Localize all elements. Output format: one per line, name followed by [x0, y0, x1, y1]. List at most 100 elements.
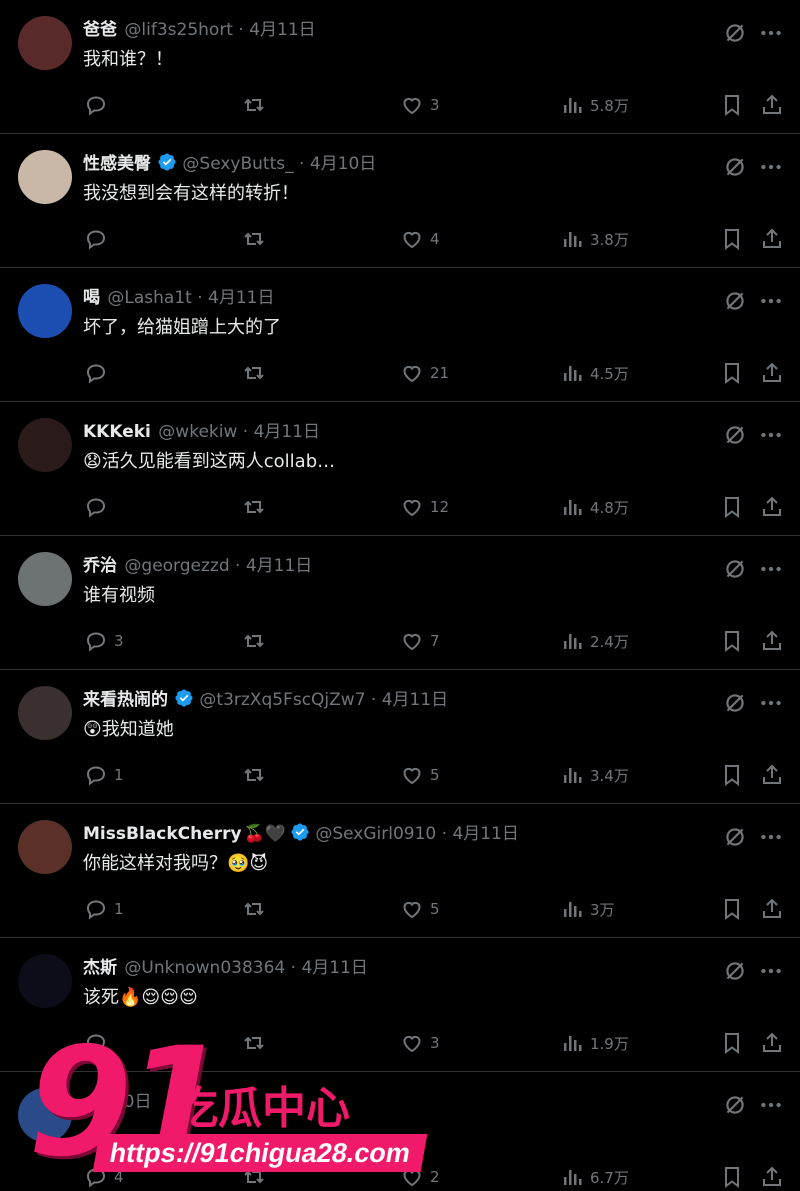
- views-button[interactable]: 4.5万: [560, 360, 629, 386]
- tweet-item[interactable]: KKKeki @wkekiw · 4月11日 😧活久见能看到这两人collab……: [0, 402, 800, 536]
- retweet-button[interactable]: [242, 360, 272, 386]
- grok-icon[interactable]: [722, 1092, 748, 1122]
- retweet-button[interactable]: [242, 628, 272, 654]
- grok-icon[interactable]: [722, 288, 748, 318]
- share-button[interactable]: [760, 1164, 784, 1190]
- display-name[interactable]: 性感美臀: [83, 154, 151, 174]
- more-icon[interactable]: [758, 824, 784, 854]
- like-button[interactable]: 12: [400, 494, 449, 520]
- more-icon[interactable]: [758, 958, 784, 988]
- bookmark-button[interactable]: [720, 494, 744, 520]
- share-button[interactable]: [760, 226, 784, 252]
- display-name[interactable]: 喝: [83, 288, 100, 308]
- avatar[interactable]: [18, 150, 72, 204]
- reply-button[interactable]: [84, 494, 114, 520]
- bookmark-button[interactable]: [720, 360, 744, 386]
- bookmark-button[interactable]: [720, 628, 744, 654]
- share-button[interactable]: [760, 628, 784, 654]
- user-handle[interactable]: @t3rzXq5FscQjZw7: [199, 690, 365, 710]
- more-icon[interactable]: [758, 422, 784, 452]
- retweet-button[interactable]: [242, 226, 272, 252]
- bookmark-button[interactable]: [720, 896, 744, 922]
- user-handle[interactable]: @wkekiw: [158, 422, 237, 442]
- more-icon[interactable]: [758, 556, 784, 586]
- reply-button[interactable]: [84, 360, 114, 386]
- tweet-item[interactable]: 乔治 @georgezzd · 4月11日 谁有视频 3 7 2.4万: [0, 536, 800, 670]
- avatar[interactable]: [18, 820, 72, 874]
- views-button[interactable]: 3万: [560, 896, 615, 922]
- share-button[interactable]: [760, 762, 784, 788]
- more-icon[interactable]: [758, 154, 784, 184]
- grok-icon[interactable]: [722, 154, 748, 184]
- reply-button[interactable]: 3: [84, 628, 124, 654]
- retweet-button[interactable]: [242, 896, 272, 922]
- reply-button[interactable]: [84, 92, 114, 118]
- tweet-date[interactable]: 4月11日: [382, 690, 448, 710]
- tweet-date[interactable]: 4月11日: [452, 824, 518, 844]
- display-name[interactable]: 乔治: [83, 556, 117, 576]
- share-button[interactable]: [760, 494, 784, 520]
- reply-button[interactable]: [84, 226, 114, 252]
- tweet-item[interactable]: 来看热闹的 @t3rzXq5FscQjZw7 · 4月11日 😲我知道她 1 5: [0, 670, 800, 804]
- grok-icon[interactable]: [722, 690, 748, 720]
- like-button[interactable]: 3: [400, 92, 440, 118]
- bookmark-button[interactable]: [720, 1164, 744, 1190]
- tweet-item[interactable]: 性感美臀 @SexyButts_ · 4月10日 我没想到会有这样的转折！ 4: [0, 134, 800, 268]
- bookmark-button[interactable]: [720, 92, 744, 118]
- tweet-date[interactable]: 4月10日: [310, 154, 376, 174]
- retweet-button[interactable]: [242, 494, 272, 520]
- avatar[interactable]: [18, 16, 72, 70]
- avatar[interactable]: [18, 686, 72, 740]
- display-name[interactable]: 来看热闹的: [83, 690, 168, 710]
- share-button[interactable]: [760, 92, 784, 118]
- grok-icon[interactable]: [722, 556, 748, 586]
- grok-icon[interactable]: [722, 958, 748, 988]
- avatar[interactable]: [18, 284, 72, 338]
- user-handle[interactable]: @SexyButts_: [182, 154, 293, 174]
- more-icon[interactable]: [758, 1092, 784, 1122]
- share-button[interactable]: [760, 360, 784, 386]
- avatar[interactable]: [18, 552, 72, 606]
- more-icon[interactable]: [758, 288, 784, 318]
- share-button[interactable]: [760, 1030, 784, 1056]
- tweet-item[interactable]: MissBlackCherry 🍒🖤 @SexGirl0910 · 4月11日 你…: [0, 804, 800, 938]
- retweet-button[interactable]: [242, 92, 272, 118]
- display-name[interactable]: 杰斯: [83, 958, 117, 978]
- grok-icon[interactable]: [722, 422, 748, 452]
- bookmark-button[interactable]: [720, 762, 744, 788]
- tweet-date[interactable]: 4月11日: [249, 20, 315, 40]
- tweet-date[interactable]: 4月11日: [301, 958, 367, 978]
- views-button[interactable]: 1.9万: [560, 1030, 629, 1056]
- views-button[interactable]: 4.8万: [560, 494, 629, 520]
- avatar[interactable]: [18, 418, 72, 472]
- user-handle[interactable]: @lif3s25hort: [124, 20, 233, 40]
- retweet-button[interactable]: [242, 762, 272, 788]
- grok-icon[interactable]: [722, 824, 748, 854]
- display-name[interactable]: 爸爸: [83, 20, 117, 40]
- display-name[interactable]: KKKeki: [83, 422, 151, 442]
- bookmark-button[interactable]: [720, 1030, 744, 1056]
- more-icon[interactable]: [758, 690, 784, 720]
- views-button[interactable]: 2.4万: [560, 628, 629, 654]
- user-handle[interactable]: @Lasha1t: [107, 288, 191, 308]
- tweet-date[interactable]: 4月11日: [254, 422, 320, 442]
- like-button[interactable]: 21: [400, 360, 449, 386]
- tweet-item[interactable]: 爸爸 @lif3s25hort · 4月11日 我和谁？！ 3 5.8万: [0, 0, 800, 134]
- views-button[interactable]: 6.7万: [560, 1164, 629, 1190]
- bookmark-button[interactable]: [720, 226, 744, 252]
- user-handle[interactable]: @Unknown038364: [124, 958, 285, 978]
- views-button[interactable]: 3.8万: [560, 226, 629, 252]
- like-button[interactable]: 7: [400, 628, 440, 654]
- views-button[interactable]: 5.8万: [560, 92, 629, 118]
- like-button[interactable]: 5: [400, 762, 440, 788]
- reply-button[interactable]: 1: [84, 762, 124, 788]
- reply-button[interactable]: 1: [84, 896, 124, 922]
- more-icon[interactable]: [758, 20, 784, 50]
- user-handle[interactable]: @SexGirl0910: [315, 824, 436, 844]
- views-button[interactable]: 3.4万: [560, 762, 629, 788]
- display-name[interactable]: MissBlackCherry: [83, 824, 242, 844]
- tweet-item[interactable]: 喝 @Lasha1t · 4月11日 坏了，给猫姐蹭上大的了 21 4.5万: [0, 268, 800, 402]
- share-button[interactable]: [760, 896, 784, 922]
- like-button[interactable]: 5: [400, 896, 440, 922]
- avatar[interactable]: [18, 954, 72, 1008]
